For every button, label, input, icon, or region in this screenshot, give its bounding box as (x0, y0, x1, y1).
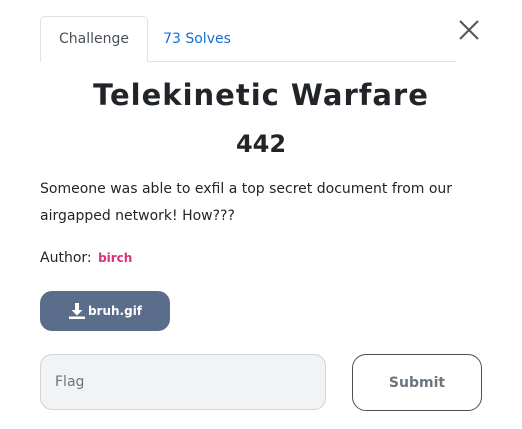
submit-button[interactable]: Submit (352, 354, 482, 411)
download-icon (68, 303, 85, 319)
tab-solves-label: 73 Solves (163, 30, 231, 47)
tab-solves[interactable]: 73 Solves (152, 16, 242, 61)
author-name: birch (98, 251, 133, 265)
file-name: bruh.gif (87, 304, 143, 318)
download-file-button[interactable]: bruh.gif (40, 291, 170, 331)
tab-challenge[interactable]: Challenge (40, 16, 148, 62)
close-icon (459, 20, 479, 40)
close-button[interactable] (456, 17, 482, 43)
author-label: Author: (40, 250, 92, 266)
challenge-title: Telekinetic Warfare (93, 78, 429, 112)
challenge-points: 442 (235, 130, 287, 158)
tab-challenge-label: Challenge (59, 31, 129, 47)
author-line: Author: birch (40, 250, 132, 266)
challenge-description: Someone was able to exfil a top secret d… (40, 181, 453, 224)
challenge-tabs: Challenge 73 Solves (40, 16, 456, 62)
flag-input[interactable] (40, 354, 326, 410)
